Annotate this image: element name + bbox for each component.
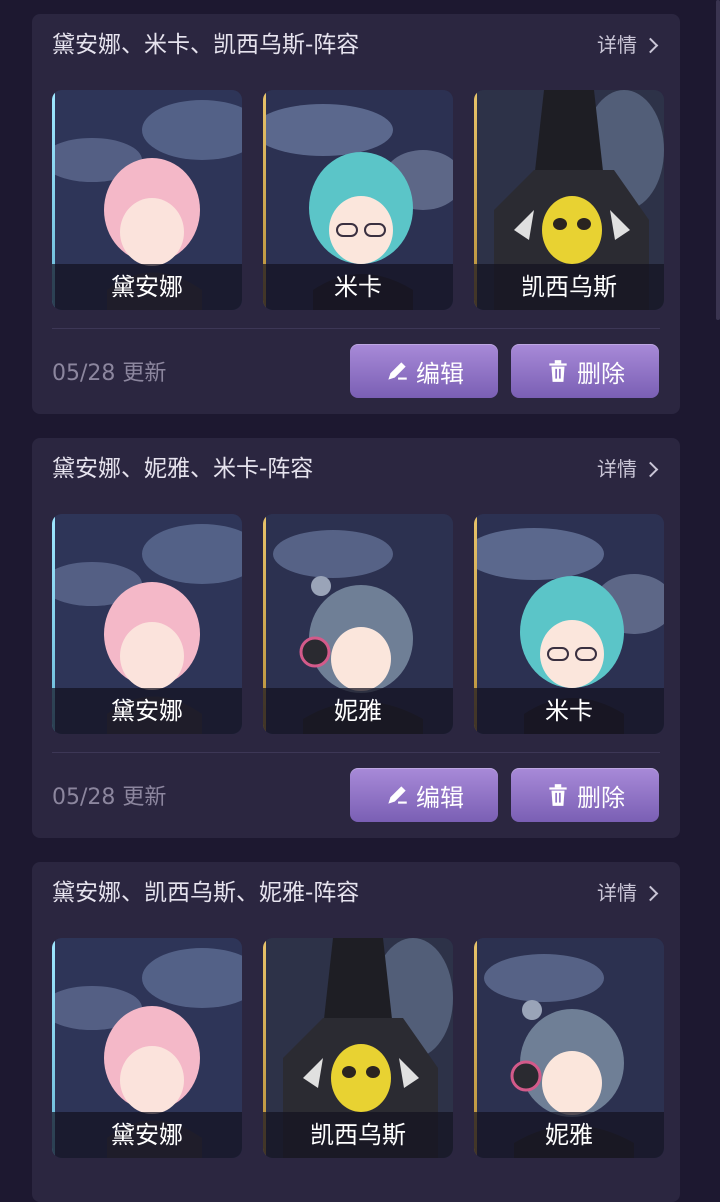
character-name: 妮雅 [474,1112,664,1158]
character-name: 米卡 [474,688,664,734]
character-portrait[interactable]: 妮雅 [263,514,453,734]
pencil-icon [388,362,407,380]
lineup-card: 黛安娜、米卡、凯西乌斯-阵容 详情 黛安娜 米卡 凯西乌斯 05/28 更新 编… [32,14,680,414]
update-date: 05/28 更新 [52,785,167,810]
detail-link[interactable]: 详情 [597,878,659,908]
detail-label: 详情 [597,33,637,57]
lineup-title: 黛安娜、凯西乌斯、妮雅-阵容 [52,880,360,906]
character-name: 凯西乌斯 [263,1112,453,1158]
edit-label: 编辑 [416,359,464,388]
character-name: 黛安娜 [52,264,242,310]
character-portrait[interactable]: 凯西乌斯 [474,90,664,310]
delete-label: 删除 [577,783,625,812]
character-portrait[interactable]: 凯西乌斯 [263,938,453,1158]
delete-label: 删除 [577,359,625,388]
detail-label: 详情 [597,881,637,905]
character-portrait[interactable]: 妮雅 [474,938,664,1158]
divider [52,328,660,329]
character-name: 黛安娜 [52,1112,242,1158]
trash-icon [549,360,567,382]
character-portrait[interactable]: 黛安娜 [52,938,242,1158]
lineup-card: 黛安娜、妮雅、米卡-阵容 详情 黛安娜 妮雅 米卡 05/28 更新 编辑 删除 [32,438,680,838]
delete-button[interactable]: 删除 [511,768,659,822]
character-name: 米卡 [263,264,453,310]
divider [52,752,660,753]
scrollbar[interactable] [716,0,720,320]
character-portrait[interactable]: 米卡 [474,514,664,734]
update-date: 05/28 更新 [52,361,167,386]
edit-button[interactable]: 编辑 [350,344,498,398]
pencil-icon [388,786,407,804]
character-name: 妮雅 [263,688,453,734]
chevron-right-icon [642,885,659,901]
edit-label: 编辑 [416,783,464,812]
chevron-right-icon [642,461,659,477]
detail-label: 详情 [597,457,637,481]
character-name: 凯西乌斯 [474,264,664,310]
character-portrait[interactable]: 黛安娜 [52,90,242,310]
character-portrait[interactable]: 米卡 [263,90,453,310]
chevron-right-icon [642,37,659,53]
delete-button[interactable]: 删除 [511,344,659,398]
lineup-title: 黛安娜、妮雅、米卡-阵容 [52,456,314,482]
character-portrait[interactable]: 黛安娜 [52,514,242,734]
detail-link[interactable]: 详情 [597,454,659,484]
lineup-card: 黛安娜、凯西乌斯、妮雅-阵容 详情 黛安娜 凯西乌斯 妮雅 [32,862,680,1202]
trash-icon [549,784,567,806]
detail-link[interactable]: 详情 [597,30,659,60]
character-name: 黛安娜 [52,688,242,734]
edit-button[interactable]: 编辑 [350,768,498,822]
lineup-title: 黛安娜、米卡、凯西乌斯-阵容 [52,32,360,58]
